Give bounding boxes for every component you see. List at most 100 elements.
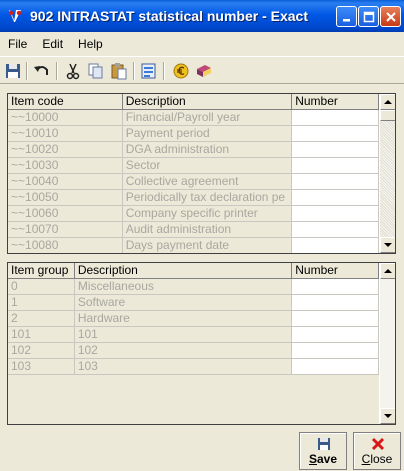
item-group-cell: 102 bbox=[8, 343, 75, 359]
number-cell[interactable] bbox=[292, 279, 379, 295]
scroll-up-button[interactable] bbox=[380, 94, 395, 110]
item-group-cell: 103 bbox=[8, 359, 75, 375]
number-cell[interactable] bbox=[292, 126, 379, 142]
number-cell[interactable] bbox=[292, 206, 379, 222]
grid-header-row: Item code Description Number bbox=[8, 94, 379, 110]
table-row[interactable]: ~~10010 Payment period bbox=[8, 126, 379, 142]
scroll-track[interactable] bbox=[380, 121, 395, 237]
description-cell: Payment period bbox=[122, 126, 293, 142]
table-row[interactable]: 103 103 bbox=[8, 359, 379, 375]
scroll-down-button[interactable] bbox=[380, 237, 395, 253]
currency-icon[interactable] bbox=[171, 61, 191, 81]
item-code-cell: ~~10080 bbox=[8, 238, 123, 253]
table-row[interactable]: ~~10040 Collective agreement bbox=[8, 174, 379, 190]
table-row[interactable]: ~~10080 Days payment date bbox=[8, 238, 379, 253]
item-group-cell: 101 bbox=[8, 327, 75, 343]
toolbar bbox=[0, 56, 404, 84]
toolbar-separator bbox=[163, 62, 165, 80]
item-code-cell: ~~10050 bbox=[8, 190, 123, 206]
number-cell[interactable] bbox=[292, 327, 379, 343]
column-header-number[interactable]: Number bbox=[292, 263, 379, 279]
table-row[interactable]: ~~10060 Company specific printer bbox=[8, 206, 379, 222]
number-cell[interactable] bbox=[292, 222, 379, 238]
toolbar-separator bbox=[56, 62, 58, 80]
number-cell[interactable] bbox=[292, 359, 379, 375]
table-row[interactable]: ~~10000 Financial/Payroll year bbox=[8, 110, 379, 126]
description-cell: Audit administration bbox=[122, 222, 293, 238]
arrow-down-icon bbox=[384, 243, 392, 247]
menu-edit[interactable]: Edit bbox=[34, 34, 70, 54]
column-header-description[interactable]: Description bbox=[122, 94, 293, 110]
column-header-description[interactable]: Description bbox=[74, 263, 293, 279]
grid-header-row: Item group Description Number bbox=[8, 263, 379, 279]
number-cell[interactable] bbox=[292, 343, 379, 359]
cut-icon[interactable] bbox=[63, 61, 83, 81]
scroll-down-button[interactable] bbox=[380, 408, 395, 424]
description-cell: DGA administration bbox=[122, 142, 293, 158]
window-title: 902 INTRASTAT statistical number - Exact bbox=[30, 8, 308, 24]
description-cell: Days payment date bbox=[122, 238, 293, 253]
table-row[interactable]: ~~10030 Sector bbox=[8, 158, 379, 174]
undo-icon[interactable] bbox=[32, 61, 52, 81]
column-header-number[interactable]: Number bbox=[292, 94, 379, 110]
save-button[interactable]: Save bbox=[299, 432, 347, 470]
item-code-cell: ~~10020 bbox=[8, 142, 123, 158]
number-cell[interactable] bbox=[292, 174, 379, 190]
close-window-button[interactable] bbox=[380, 6, 401, 27]
column-header-item-group[interactable]: Item group bbox=[8, 263, 75, 279]
item-group-cell: 0 bbox=[8, 279, 75, 295]
description-cell: Miscellaneous bbox=[74, 279, 293, 295]
maximize-icon bbox=[363, 11, 374, 22]
table-row[interactable]: ~~10050 Periodically tax declaration pe bbox=[8, 190, 379, 206]
number-cell[interactable] bbox=[292, 110, 379, 126]
column-header-item-code[interactable]: Item code bbox=[8, 94, 123, 110]
item-code-cell: ~~10000 bbox=[8, 110, 123, 126]
number-cell[interactable] bbox=[292, 190, 379, 206]
book-icon[interactable] bbox=[194, 61, 214, 81]
description-cell: 101 bbox=[74, 327, 293, 343]
number-cell[interactable] bbox=[292, 158, 379, 174]
minimize-button[interactable] bbox=[336, 6, 357, 27]
table-row[interactable]: 101 101 bbox=[8, 327, 379, 343]
table-row[interactable]: 2 Hardware bbox=[8, 311, 379, 327]
description-cell: 102 bbox=[74, 343, 293, 359]
number-cell[interactable] bbox=[292, 142, 379, 158]
save-icon[interactable] bbox=[3, 61, 23, 81]
vertical-scrollbar[interactable] bbox=[379, 94, 395, 253]
paste-icon[interactable] bbox=[109, 61, 129, 81]
item-code-cell: ~~10040 bbox=[8, 174, 123, 190]
item-code-cell: ~~10060 bbox=[8, 206, 123, 222]
number-cell[interactable] bbox=[292, 238, 379, 253]
item-code-grid[interactable]: Item code Description Number ~~10000 Fin… bbox=[7, 93, 396, 254]
toolbar-separator bbox=[133, 62, 135, 80]
menu-help[interactable]: Help bbox=[70, 34, 110, 54]
scroll-up-button[interactable] bbox=[380, 263, 395, 279]
table-row[interactable]: 102 102 bbox=[8, 343, 379, 359]
description-cell: Collective agreement bbox=[122, 174, 293, 190]
maximize-button[interactable] bbox=[358, 6, 379, 27]
table-row[interactable]: ~~10070 Audit administration bbox=[8, 222, 379, 238]
save-label-rest: ave bbox=[316, 452, 338, 466]
browse-icon[interactable] bbox=[139, 61, 159, 81]
table-row[interactable]: 1 Software bbox=[8, 295, 379, 311]
close-label: Close bbox=[362, 452, 393, 466]
item-group-cell: 1 bbox=[8, 295, 75, 311]
item-group-grid[interactable]: Item group Description Number 0 Miscella… bbox=[7, 262, 396, 425]
title-bar[interactable]: 902 INTRASTAT statistical number - Exact bbox=[0, 0, 404, 32]
vertical-scrollbar[interactable] bbox=[379, 263, 395, 424]
number-cell[interactable] bbox=[292, 311, 379, 327]
item-group-grid-body: Item group Description Number 0 Miscella… bbox=[8, 263, 379, 424]
number-cell[interactable] bbox=[292, 295, 379, 311]
copy-icon[interactable] bbox=[86, 61, 106, 81]
close-x-icon bbox=[371, 437, 385, 451]
scroll-thumb[interactable] bbox=[380, 110, 395, 121]
description-cell: Hardware bbox=[74, 311, 293, 327]
menu-file[interactable]: File bbox=[0, 34, 34, 54]
table-row[interactable]: ~~10020 DGA administration bbox=[8, 142, 379, 158]
close-button[interactable]: Close bbox=[353, 432, 401, 470]
arrow-up-icon bbox=[384, 100, 392, 104]
item-group-cell: 2 bbox=[8, 311, 75, 327]
item-code-cell: ~~10010 bbox=[8, 126, 123, 142]
description-cell: Software bbox=[74, 295, 293, 311]
table-row[interactable]: 0 Miscellaneous bbox=[8, 279, 379, 295]
